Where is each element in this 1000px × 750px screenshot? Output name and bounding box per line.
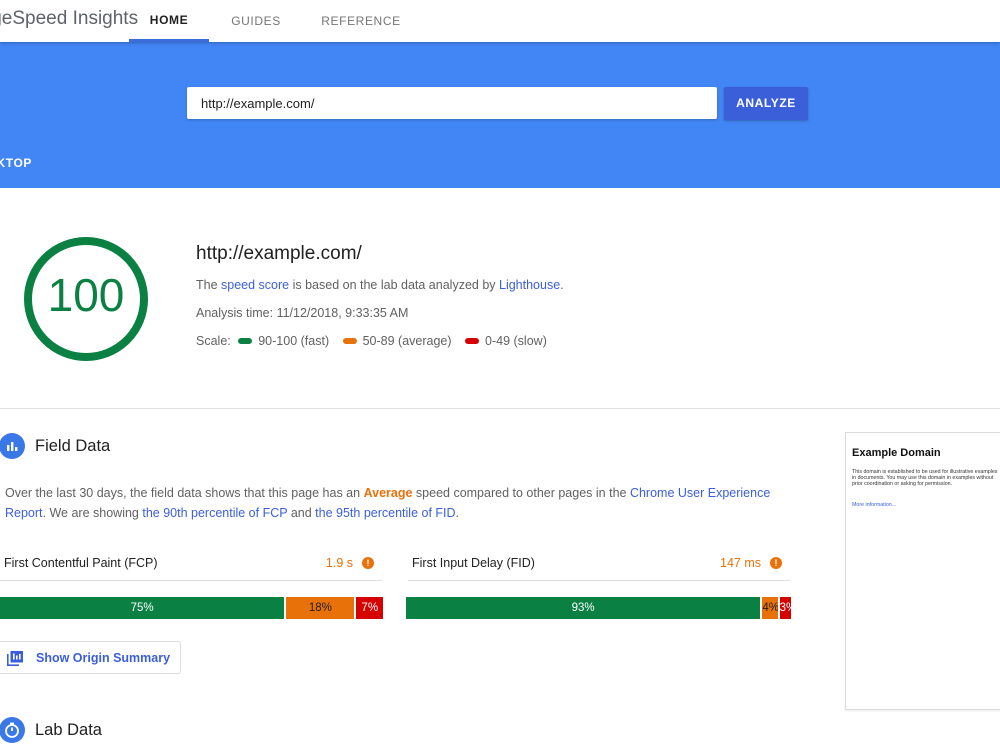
fid-percentile-link[interactable]: the 95th percentile of FID bbox=[315, 506, 455, 520]
slow-pill-icon bbox=[465, 337, 480, 344]
analyze-button[interactable]: ANALYZE bbox=[724, 87, 808, 120]
score-explanation: The speed score is based on the lab data… bbox=[196, 278, 564, 292]
metric-fcp-name: First Contentful Paint (FCP) bbox=[4, 556, 158, 570]
fcp-distribution-bar: 75% 18% 7% bbox=[0, 597, 383, 619]
field-data-description: Over the last 30 days, the field data sh… bbox=[5, 483, 805, 523]
lighthouse-link[interactable]: Lighthouse bbox=[499, 278, 560, 292]
fid-fast-segment: 93% bbox=[406, 597, 763, 619]
metric-fid: First Input Delay (FID) 147 ms ! bbox=[408, 552, 790, 581]
desc-text-3: . We are showing bbox=[42, 506, 143, 520]
desc-text-4: and bbox=[287, 506, 316, 520]
metric-fid-value: 147 ms bbox=[720, 556, 761, 570]
metric-fcp: First Contentful Paint (FCP) 1.9 s ! bbox=[0, 552, 382, 581]
show-origin-summary-label: Show Origin Summary bbox=[36, 651, 171, 665]
scale-fast: 90-100 (fast) bbox=[234, 334, 329, 348]
fid-slow-segment: 3% bbox=[779, 597, 791, 619]
screenshot-link: More information... bbox=[852, 502, 897, 508]
field-data-title: Field Data bbox=[35, 437, 111, 455]
top-nav-bar: PageSpeed Insights HOME GUIDES REFERENCE bbox=[0, 0, 1000, 42]
desc-text-5: . bbox=[455, 506, 460, 520]
scale-slow-label: 0-49 (slow) bbox=[485, 334, 547, 348]
fcp-average-segment: 18% bbox=[286, 597, 357, 619]
app-title-text: PageSpeed Insights bbox=[0, 8, 139, 29]
fast-pill-icon bbox=[238, 337, 253, 344]
analyzed-url: http://example.com/ bbox=[196, 243, 362, 264]
field-data-icon bbox=[0, 433, 25, 459]
field-rating: Average bbox=[363, 486, 413, 500]
lab-data-icon bbox=[0, 717, 25, 743]
speed-score-link[interactable]: speed score bbox=[221, 278, 289, 292]
section-divider bbox=[0, 408, 1000, 409]
screenshot-title: Example Domain bbox=[852, 447, 941, 459]
scale-slow: 0-49 (slow) bbox=[461, 334, 547, 348]
tab-reference[interactable]: REFERENCE bbox=[316, 0, 406, 42]
explanation-text: The bbox=[196, 278, 222, 292]
bar-chart-icon bbox=[7, 442, 18, 451]
fid-distribution-bar: 93% 4% 3% bbox=[406, 597, 791, 619]
scale-average: 50-89 (average) bbox=[339, 334, 452, 348]
fid-average-segment: 4% bbox=[762, 597, 780, 619]
library-icon bbox=[7, 651, 23, 666]
fcp-slow-segment: 7% bbox=[356, 597, 383, 619]
fcp-fast-segment: 75% bbox=[0, 597, 287, 619]
tab-desktop-label: DESKTOP bbox=[0, 156, 32, 170]
scale-average-label: 50-89 (average) bbox=[362, 334, 452, 348]
show-origin-summary-button[interactable]: Show Origin Summary bbox=[0, 641, 181, 674]
average-pill-icon bbox=[342, 337, 357, 344]
score-value: 100 bbox=[47, 269, 125, 321]
fcp-percentile-link[interactable]: the 90th percentile of FCP bbox=[142, 506, 287, 520]
metric-fid-name: First Input Delay (FID) bbox=[412, 556, 535, 570]
url-input[interactable] bbox=[187, 87, 717, 119]
info-icon[interactable]: ! bbox=[362, 557, 374, 569]
scale-label: Scale: bbox=[196, 334, 231, 348]
explanation-text-3: . bbox=[560, 278, 564, 292]
tab-desktop[interactable]: DESKTOP bbox=[0, 156, 60, 172]
tab-guides[interactable]: GUIDES bbox=[222, 0, 290, 42]
analysis-time: Analysis time: 11/12/2018, 9:33:35 AM bbox=[196, 306, 409, 320]
lab-data-title: Lab Data bbox=[35, 721, 102, 739]
scale-fast-label: 90-100 (fast) bbox=[258, 334, 330, 348]
score-scale: Scale: 90-100 (fast) 50-89 (average) 0-4… bbox=[196, 334, 553, 348]
desc-text-2: speed compared to other pages in the bbox=[412, 486, 630, 500]
explanation-text-2: is based on the lab data analyzed by bbox=[289, 278, 499, 292]
desc-text-1: Over the last 30 days, the field data sh… bbox=[5, 486, 364, 500]
metric-fcp-value: 1.9 s bbox=[325, 556, 353, 570]
stopwatch-icon bbox=[5, 722, 19, 738]
page-screenshot: Example Domain This domain is establishe… bbox=[845, 432, 1000, 710]
info-icon[interactable]: ! bbox=[770, 557, 782, 569]
tab-home[interactable]: HOME bbox=[129, 0, 209, 42]
search-band: ANALYZE DESKTOP bbox=[0, 42, 1000, 188]
screenshot-body: This domain is established to be used fo… bbox=[852, 469, 998, 488]
